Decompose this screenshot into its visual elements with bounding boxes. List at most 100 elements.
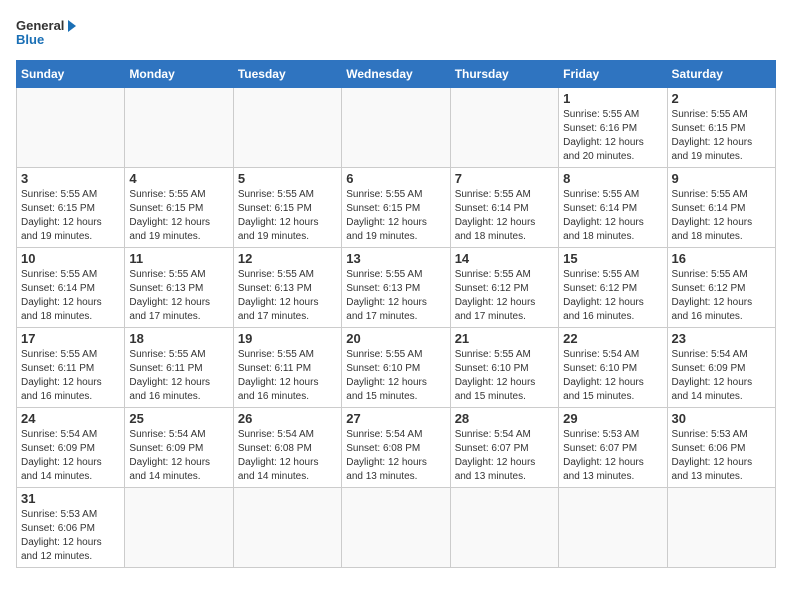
calendar-day-cell: 22 Sunrise: 5:54 AM Sunset: 6:10 PM Dayli… bbox=[559, 328, 667, 408]
calendar-week-row: 31Sunrise: 5:53 AM Sunset: 6:06 PM Dayli… bbox=[17, 488, 776, 568]
calendar-day-cell bbox=[667, 488, 775, 568]
logo: General Blue bbox=[16, 16, 76, 52]
day-info: Sunrise: 5:54 AM Sunset: 6:08 PM Dayligh… bbox=[238, 428, 337, 484]
day-info: Sunrise: 5:54 AM Sunset: 6:07 PM Dayligh… bbox=[455, 428, 554, 484]
calendar-day-cell: 6Sunrise: 5:55 AM Sunset: 6:15 PM Daylig… bbox=[342, 168, 450, 248]
day-info: Sunrise: 5:55 AM Sunset: 6:14 PM Dayligh… bbox=[455, 188, 554, 244]
day-info: Sunrise: 5:54 AM Sunset: 6:10 PM Dayligh… bbox=[563, 348, 662, 404]
svg-text:Blue: Blue bbox=[16, 32, 44, 47]
day-number: 21 bbox=[455, 331, 554, 346]
calendar-day-cell: 30 Sunrise: 5:53 AM Sunset: 6:06 PM Dayli… bbox=[667, 408, 775, 488]
day-info: Sunrise: 5:55 AM Sunset: 6:14 PM Dayligh… bbox=[21, 268, 120, 324]
calendar-day-cell: 16 Sunrise: 5:55 AM Sunset: 6:12 PM Dayli… bbox=[667, 248, 775, 328]
calendar-week-row: 10 Sunrise: 5:55 AM Sunset: 6:14 PM Dayli… bbox=[17, 248, 776, 328]
calendar-day-cell: 28Sunrise: 5:54 AM Sunset: 6:07 PM Dayli… bbox=[450, 408, 558, 488]
day-number: 25 bbox=[129, 411, 228, 426]
day-number: 7 bbox=[455, 171, 554, 186]
calendar-day-cell: 24Sunrise: 5:54 AM Sunset: 6:09 PM Dayli… bbox=[17, 408, 125, 488]
calendar-day-cell bbox=[125, 488, 233, 568]
calendar-day-cell: 17Sunrise: 5:55 AM Sunset: 6:11 PM Dayli… bbox=[17, 328, 125, 408]
day-info: Sunrise: 5:55 AM Sunset: 6:12 PM Dayligh… bbox=[672, 268, 771, 324]
calendar-body: 1Sunrise: 5:55 AM Sunset: 6:16 PM Daylig… bbox=[17, 88, 776, 568]
calendar-day-cell: 3Sunrise: 5:55 AM Sunset: 6:15 PM Daylig… bbox=[17, 168, 125, 248]
calendar-week-row: 17 Sunrise: 5:55 AM Sunset: 6:11 PM Dayli… bbox=[17, 328, 776, 408]
day-info: Sunrise: 5:53 AM Sunset: 6:06 PM Dayligh… bbox=[672, 428, 771, 484]
day-number: 31 bbox=[21, 491, 120, 506]
day-number: 10 bbox=[21, 251, 120, 266]
day-number: 22 bbox=[563, 331, 662, 346]
day-info: Sunrise: 5:55 AM Sunset: 6:11 PM Dayligh… bbox=[238, 348, 337, 404]
calendar-day-cell bbox=[342, 488, 450, 568]
day-info: Sunrise: 5:55 AM Sunset: 6:15 PM Dayligh… bbox=[129, 188, 228, 244]
day-info: Sunrise: 5:55 AM Sunset: 6:12 PM Dayligh… bbox=[563, 268, 662, 324]
day-info: Sunrise: 5:54 AM Sunset: 6:09 PM Dayligh… bbox=[672, 348, 771, 404]
day-header-monday: Monday bbox=[125, 61, 233, 88]
calendar-week-row: 1Sunrise: 5:55 AM Sunset: 6:16 PM Daylig… bbox=[17, 88, 776, 168]
calendar-day-cell bbox=[559, 488, 667, 568]
day-info: Sunrise: 5:55 AM Sunset: 6:12 PM Dayligh… bbox=[455, 268, 554, 324]
day-header-wednesday: Wednesday bbox=[342, 61, 450, 88]
day-number: 4 bbox=[129, 171, 228, 186]
calendar-day-cell: 29 Sunrise: 5:53 AM Sunset: 6:07 PM Dayli… bbox=[559, 408, 667, 488]
calendar-day-cell bbox=[233, 488, 341, 568]
calendar-day-cell: 2Sunrise: 5:55 AM Sunset: 6:15 PM Daylig… bbox=[667, 88, 775, 168]
calendar-day-cell: 9Sunrise: 5:55 AM Sunset: 6:14 PM Daylig… bbox=[667, 168, 775, 248]
calendar-header-row: SundayMondayTuesdayWednesdayThursdayFrid… bbox=[17, 61, 776, 88]
day-number: 13 bbox=[346, 251, 445, 266]
calendar-day-cell bbox=[342, 88, 450, 168]
day-number: 1 bbox=[563, 91, 662, 106]
day-number: 11 bbox=[129, 251, 228, 266]
day-header-friday: Friday bbox=[559, 61, 667, 88]
day-info: Sunrise: 5:54 AM Sunset: 6:08 PM Dayligh… bbox=[346, 428, 445, 484]
day-number: 12 bbox=[238, 251, 337, 266]
calendar-day-cell: 25 Sunrise: 5:54 AM Sunset: 6:09 PM Dayli… bbox=[125, 408, 233, 488]
day-number: 2 bbox=[672, 91, 771, 106]
day-info: Sunrise: 5:55 AM Sunset: 6:13 PM Dayligh… bbox=[346, 268, 445, 324]
day-info: Sunrise: 5:55 AM Sunset: 6:10 PM Dayligh… bbox=[346, 348, 445, 404]
day-number: 26 bbox=[238, 411, 337, 426]
day-number: 17 bbox=[21, 331, 120, 346]
day-number: 19 bbox=[238, 331, 337, 346]
calendar-day-cell bbox=[450, 488, 558, 568]
day-info: Sunrise: 5:55 AM Sunset: 6:13 PM Dayligh… bbox=[129, 268, 228, 324]
day-info: Sunrise: 5:55 AM Sunset: 6:10 PM Dayligh… bbox=[455, 348, 554, 404]
calendar-day-cell: 1Sunrise: 5:55 AM Sunset: 6:16 PM Daylig… bbox=[559, 88, 667, 168]
calendar-day-cell bbox=[233, 88, 341, 168]
day-number: 30 bbox=[672, 411, 771, 426]
calendar-day-cell: 19 Sunrise: 5:55 AM Sunset: 6:11 PM Dayli… bbox=[233, 328, 341, 408]
day-number: 15 bbox=[563, 251, 662, 266]
calendar-table: SundayMondayTuesdayWednesdayThursdayFrid… bbox=[16, 60, 776, 568]
calendar-day-cell: 21 Sunrise: 5:55 AM Sunset: 6:10 PM Dayli… bbox=[450, 328, 558, 408]
calendar-day-cell: 23 Sunrise: 5:54 AM Sunset: 6:09 PM Dayli… bbox=[667, 328, 775, 408]
day-info: Sunrise: 5:53 AM Sunset: 6:07 PM Dayligh… bbox=[563, 428, 662, 484]
calendar-day-cell bbox=[450, 88, 558, 168]
calendar-week-row: 3Sunrise: 5:55 AM Sunset: 6:15 PM Daylig… bbox=[17, 168, 776, 248]
calendar-day-cell: 15 Sunrise: 5:55 AM Sunset: 6:12 PM Dayli… bbox=[559, 248, 667, 328]
day-header-saturday: Saturday bbox=[667, 61, 775, 88]
calendar-day-cell: 7 Sunrise: 5:55 AM Sunset: 6:14 PM Daylig… bbox=[450, 168, 558, 248]
calendar-day-cell: 31Sunrise: 5:53 AM Sunset: 6:06 PM Dayli… bbox=[17, 488, 125, 568]
day-info: Sunrise: 5:55 AM Sunset: 6:15 PM Dayligh… bbox=[238, 188, 337, 244]
day-number: 9 bbox=[672, 171, 771, 186]
header: General Blue bbox=[16, 16, 776, 52]
day-info: Sunrise: 5:54 AM Sunset: 6:09 PM Dayligh… bbox=[129, 428, 228, 484]
calendar-day-cell: 10 Sunrise: 5:55 AM Sunset: 6:14 PM Dayli… bbox=[17, 248, 125, 328]
day-number: 6 bbox=[346, 171, 445, 186]
calendar-day-cell: 18Sunrise: 5:55 AM Sunset: 6:11 PM Dayli… bbox=[125, 328, 233, 408]
day-info: Sunrise: 5:55 AM Sunset: 6:15 PM Dayligh… bbox=[21, 188, 120, 244]
day-info: Sunrise: 5:55 AM Sunset: 6:13 PM Dayligh… bbox=[238, 268, 337, 324]
calendar-day-cell: 26 Sunrise: 5:54 AM Sunset: 6:08 PM Dayli… bbox=[233, 408, 341, 488]
day-number: 5 bbox=[238, 171, 337, 186]
day-number: 8 bbox=[563, 171, 662, 186]
day-number: 20 bbox=[346, 331, 445, 346]
calendar-day-cell: 27Sunrise: 5:54 AM Sunset: 6:08 PM Dayli… bbox=[342, 408, 450, 488]
day-number: 16 bbox=[672, 251, 771, 266]
day-number: 23 bbox=[672, 331, 771, 346]
calendar-day-cell: 8Sunrise: 5:55 AM Sunset: 6:14 PM Daylig… bbox=[559, 168, 667, 248]
calendar-day-cell bbox=[17, 88, 125, 168]
day-number: 18 bbox=[129, 331, 228, 346]
day-number: 29 bbox=[563, 411, 662, 426]
calendar-day-cell: 4 Sunrise: 5:55 AM Sunset: 6:15 PM Daylig… bbox=[125, 168, 233, 248]
calendar-day-cell: 13 Sunrise: 5:55 AM Sunset: 6:13 PM Dayli… bbox=[342, 248, 450, 328]
day-header-tuesday: Tuesday bbox=[233, 61, 341, 88]
